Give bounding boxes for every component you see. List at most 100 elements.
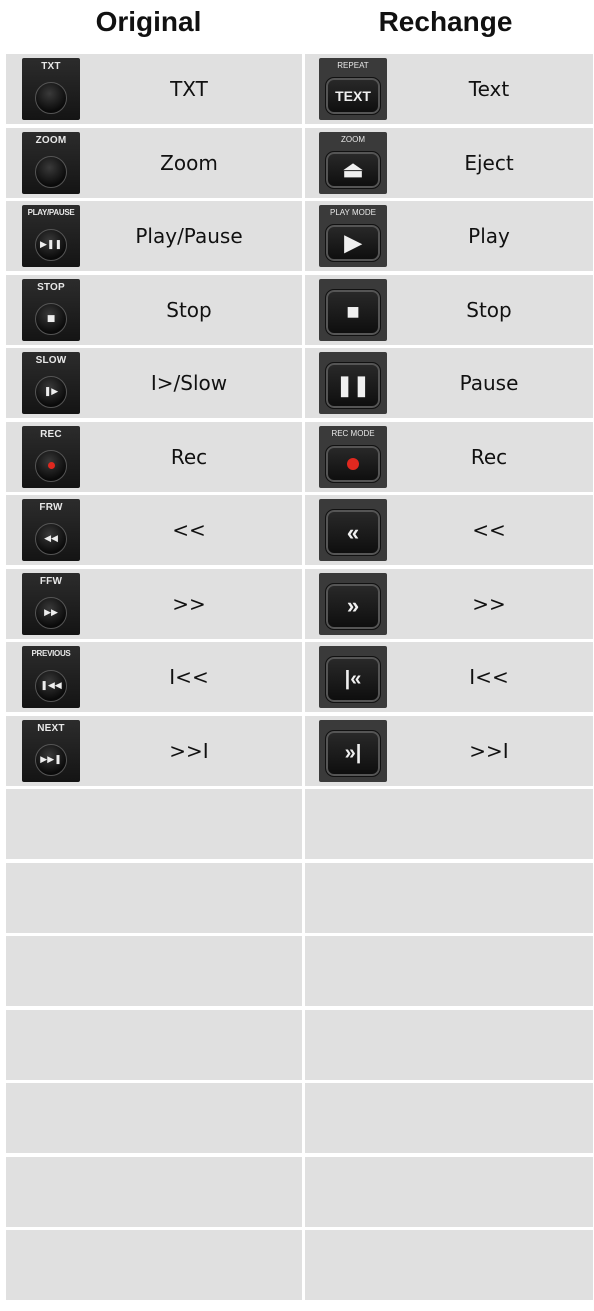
fast-forward-button-icon: FFW ▶▶ [22,572,80,635]
rechange-icon-box: » [305,572,393,635]
rechange-button-caption: ZOOM [341,134,365,144]
rechange-icon-box: ❚❚ [305,352,393,414]
original-cell: REC Rec [6,421,302,492]
table-row [6,936,594,1006]
rechange-button-caption: PLAY MODE [330,208,376,217]
original-icon-box: PREVIOUS ❚◀◀ [6,646,84,708]
rechange-button-key: ❚❚ [325,362,381,409]
original-button-symbol: ■ [46,313,56,324]
table-row: PLAY/PAUSE ▶❚❚ Play/Pause PLAY MODE ▶ Play [6,201,594,271]
rechange-function-label: Stop [466,297,512,322]
original-button-caption: FRW [39,502,63,513]
rechange-icon-box: « [305,499,393,561]
table-row: NEXT ▶▶❚ >>I »| >>I [6,715,594,786]
rechange-cell: » >> [305,568,593,639]
original-function-label: I>/Slow [150,371,228,395]
original-cell [6,936,302,1006]
original-button-caption: SLOW [35,355,67,366]
next-button-icon: NEXT ▶▶❚ [22,719,80,782]
original-cell [6,1009,302,1080]
rechange-function-label: Rec [470,444,508,469]
zoom-eject-button-icon: ZOOM ⏏ [319,131,387,194]
original-button-symbol: ▶❚❚ [39,240,62,250]
original-button-caption: TXT [41,61,61,72]
original-button-symbol [35,82,67,114]
rechange-function-label: I<< [469,665,509,689]
rechange-button-symbol: ▶ [344,230,362,255]
original-icon-box: STOP ■ [6,278,84,341]
table-row [6,862,594,933]
rechange-cell [305,1083,593,1153]
original-function-label: >> [172,591,206,616]
button-mapping-page: Original Rechange TXT TXT REPEAT TEXT Text ZO… [0,0,594,1311]
original-function-label: Rec [170,444,208,469]
rechange-icon-box: |« [305,646,393,708]
rechange-button-key [325,444,381,483]
original-button-symbol: ◀◀ [44,534,58,544]
original-button-symbol [35,450,67,482]
original-function-label: << [172,518,206,542]
rechange-cell [305,862,593,933]
original-cell: STOP ■ Stop [6,274,302,345]
original-function-label: I<< [169,665,209,689]
rechange-button-key: |« [325,656,381,703]
rechange-icon-box: PLAY MODE ▶ [305,205,393,267]
rechange-icon-box: REC MODE [305,425,393,488]
table-row [6,789,594,859]
rechange-button-symbol: » [346,593,360,618]
rechange-cell: |« I<< [305,642,593,712]
rechange-button-caption: REPEAT [337,61,369,70]
rechange-button-symbol: TEXT [335,88,371,104]
original-cell: ZOOM Zoom [6,127,302,198]
original-icon-box: ZOOM [6,131,84,194]
rechange-cell [305,936,593,1006]
rechange-cell: ■ Stop [305,274,593,345]
rechange-cell: REC MODE Rec [305,421,593,492]
table-row [6,1230,594,1300]
fast-forward-button-icon: » [319,572,387,635]
original-column-title: Original [95,6,202,37]
original-button-caption: NEXT [37,722,65,734]
mapping-table: TXT TXT REPEAT TEXT Text ZOOM Zoom ZOOM ⏏ Eject PL… [6,54,594,1304]
original-cell: TXT TXT [6,54,302,124]
rechange-function-label: >> [472,591,506,616]
original-button-symbol: ▶▶❚ [40,754,62,765]
original-cell [6,1156,302,1227]
original-button-caption: PREVIOUS [31,649,71,658]
rechange-cell: ❚❚ Pause [305,348,593,418]
original-button-symbol: ▶▶ [44,607,58,618]
rechange-icon-box: REPEAT TEXT [305,58,393,120]
original-icon-box: NEXT ▶▶❚ [6,719,84,782]
original-cell: PLAY/PAUSE ▶❚❚ Play/Pause [6,201,302,271]
rechange-column-title: Rechange [378,6,513,37]
original-function-label: Zoom [160,150,218,175]
record-dot-icon [47,462,55,469]
original-button-caption: PLAY/PAUSE [27,208,75,217]
rechange-icon-box: »| [305,719,393,782]
original-cell: PREVIOUS ❚◀◀ I<< [6,642,302,712]
rechange-button-key: ■ [325,288,381,336]
original-icon-box: PLAY/PAUSE ▶❚❚ [6,205,84,267]
rechange-button-key: « [325,509,381,556]
rec-mode-button-icon: REC MODE [319,425,387,488]
table-row: PREVIOUS ❚◀◀ I<< |« I<< [6,642,594,712]
rechange-button-symbol: ⏏ [342,156,364,182]
original-function-label: Play/Pause [135,224,243,248]
rec-button-icon: REC [22,425,80,488]
original-icon-box: FFW ▶▶ [6,572,84,635]
rechange-button-caption: REC MODE [331,428,375,438]
rechange-button-symbol: ■ [346,299,360,324]
original-icon-box: TXT [6,58,84,120]
rechange-button-key: TEXT [325,77,381,115]
rechange-cell: « << [305,495,593,565]
original-cell: SLOW ❚▶ I>/Slow [6,348,302,418]
rechange-function-label: Pause [459,371,519,395]
pause-button-icon: ❚❚ [319,352,387,414]
rechange-button-symbol: |« [344,668,362,690]
previous-button-icon: |« [319,646,387,708]
rechange-function-label: << [472,518,506,542]
rechange-button-symbol: »| [344,741,362,764]
rechange-function-label: Text [468,77,510,101]
rechange-button-key: ▶ [325,224,381,262]
column-headers: Original Rechange [0,0,594,54]
